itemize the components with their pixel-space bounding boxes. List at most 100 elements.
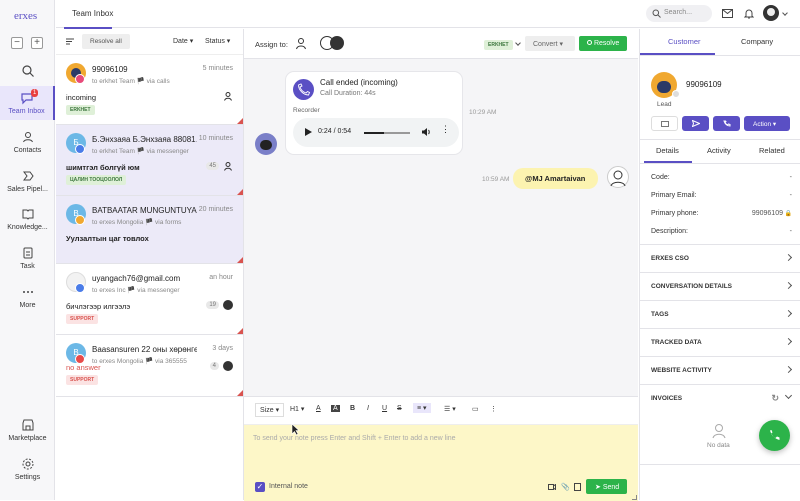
play-icon[interactable] [305, 128, 312, 136]
conversation-list: Resolve all Date ▾ Status ▾ 99096109 5 m… [56, 29, 244, 500]
italic-icon[interactable]: I [367, 405, 369, 412]
user-avatar[interactable] [763, 5, 779, 21]
audio-time: 0:24 / 0:54 [318, 128, 351, 135]
conversation-channel: to erxes Inc 🏴 via messenger [92, 286, 180, 294]
bold-icon[interactable]: B [350, 405, 355, 412]
convert-button[interactable]: Convert ▾ [525, 36, 575, 51]
resolve-button[interactable]: Resolve [579, 36, 627, 51]
internal-note-checkbox[interactable]: ✓ [255, 482, 265, 492]
align-dropdown[interactable]: ≡ ▾ [413, 403, 431, 413]
conversation-time: an hour [209, 274, 233, 281]
search-icon [652, 9, 661, 18]
status-filter-label: Status [205, 38, 225, 45]
resolve-all-button[interactable]: Resolve all [82, 34, 130, 49]
file-icon[interactable]: ▭ [472, 405, 479, 413]
conversation-message: incoming [66, 93, 96, 102]
audio-progress-fill [364, 132, 384, 134]
tab-customer[interactable]: Customer [668, 37, 701, 46]
zoom-in-button[interactable]: + [31, 37, 43, 49]
section-conversation-details[interactable]: CONVERSATION DETAILS [640, 272, 800, 299]
nav-knowledgebase[interactable]: Knowledge... [0, 207, 55, 231]
strikethrough-icon[interactable]: S [397, 405, 402, 412]
field-phone: Primary phone:99096109🔒 [651, 210, 792, 217]
template-icon[interactable] [574, 483, 581, 491]
underline-icon[interactable]: U [382, 405, 387, 412]
chevron-right-icon [785, 310, 792, 317]
assignee-avatar[interactable] [330, 36, 344, 50]
priority-corner [237, 118, 243, 124]
search-box[interactable]: Search... [646, 5, 712, 22]
nav-label: Settings [0, 474, 55, 481]
tab-company[interactable]: Company [741, 37, 773, 46]
highlight-icon[interactable]: A [331, 405, 340, 412]
main-navigation: erxes − + 1 Team Inbox Contacts Sales Pi… [0, 0, 55, 500]
forms-icon [75, 215, 85, 225]
tag-badge[interactable]: ERKHET [484, 40, 513, 50]
send-button[interactable]: ➤ Send [586, 479, 627, 494]
audio-progress-track[interactable] [364, 132, 410, 134]
action-dropdown[interactable]: Action ▾ [744, 116, 790, 131]
note-area[interactable]: To send your note press Enter and Shift … [244, 425, 638, 501]
nav-more[interactable]: More [0, 285, 55, 309]
attachment-icon[interactable]: 📎 [561, 483, 570, 491]
font-color-icon[interactable]: A [316, 405, 321, 412]
date-filter-label: Date [173, 38, 188, 45]
section-tags[interactable]: TAGS [640, 300, 800, 327]
field-label: Code: [651, 174, 670, 181]
nav-team-inbox[interactable]: 1 Team Inbox [0, 86, 55, 120]
section-tracked-data[interactable]: TRACKED DATA [640, 328, 800, 355]
list-item[interactable]: Б Б.Энхзаяа Б.Энхзаяа 88081… 10 minutes … [56, 125, 243, 196]
video-icon[interactable] [548, 484, 556, 490]
field-label: Description: [651, 228, 688, 235]
send-label: Send [603, 484, 619, 491]
unread-badge: 1 [31, 89, 38, 97]
chevron-down-icon[interactable] [785, 392, 792, 399]
list-item[interactable]: 99096109 5 minutes to erkhet Team 🏴 via … [56, 55, 243, 125]
field-value: - [790, 228, 792, 235]
volume-icon[interactable] [421, 127, 431, 137]
chat-header: Assign to: ERKHET Convert ▾ Resolve [244, 29, 638, 59]
message-button[interactable] [682, 116, 709, 131]
pipeline-icon [21, 169, 35, 183]
chevron-down-icon[interactable] [515, 40, 521, 46]
convert-label: Convert [533, 41, 558, 48]
nav-marketplace[interactable]: Marketplace [0, 418, 55, 442]
floating-call-button[interactable] [759, 420, 790, 451]
customer-name: 99096109 [686, 80, 722, 89]
section-title: TRACKED DATA [651, 339, 702, 346]
list-dropdown[interactable]: ☰ ▾ [444, 405, 456, 413]
tab-related[interactable]: Related [759, 146, 785, 155]
list-item[interactable]: B BATBAATAR MUNGUNTUYA … 20 minutes to e… [56, 196, 243, 264]
more-options-icon[interactable]: ⋮ [490, 405, 497, 413]
call-button[interactable] [713, 116, 740, 131]
mail-icon[interactable] [722, 9, 733, 18]
zoom-out-button[interactable]: − [11, 37, 23, 49]
nav-contacts[interactable]: Contacts [0, 130, 55, 154]
status-filter[interactable]: Status ▾ [205, 37, 230, 45]
menu-icon[interactable] [66, 38, 74, 45]
nav-settings[interactable]: Settings [0, 457, 55, 481]
nav-sales-pipeline[interactable]: Sales Pipel... [0, 169, 55, 193]
audio-player[interactable]: 0:24 / 0:54 ⋮ [293, 118, 459, 147]
refresh-icon[interactable]: ↻ [771, 393, 779, 404]
email-button[interactable] [651, 116, 678, 131]
heading-dropdown[interactable]: H1 ▾ [290, 405, 304, 413]
field-description: Description: - [651, 228, 792, 235]
date-filter[interactable]: Date ▾ [173, 37, 193, 45]
chevron-down-icon[interactable] [782, 10, 788, 16]
section-website-activity[interactable]: WEBSITE ACTIVITY [640, 356, 800, 383]
list-item[interactable]: B Baasansuren 22 оны хөрөнгө ор… 3 days … [56, 335, 243, 397]
tab-activity[interactable]: Activity [707, 146, 731, 155]
list-item[interactable]: uyangach76@gmail.com an hour to erxes In… [56, 264, 243, 335]
font-size-dropdown[interactable]: Size ▾ [255, 403, 284, 417]
tab-details[interactable]: Details [656, 146, 679, 155]
more-options-icon[interactable]: ⋮ [441, 127, 450, 131]
assign-label: Assign to: [255, 40, 288, 49]
nav-search[interactable] [0, 64, 55, 81]
assign-user-icon[interactable] [294, 36, 308, 50]
bell-icon[interactable] [744, 8, 754, 19]
mouse-cursor-icon [291, 423, 300, 436]
section-erxes-cso[interactable]: ERXES CSO [640, 244, 800, 271]
resize-handle[interactable] [632, 495, 637, 500]
nav-task[interactable]: Task [0, 246, 55, 270]
